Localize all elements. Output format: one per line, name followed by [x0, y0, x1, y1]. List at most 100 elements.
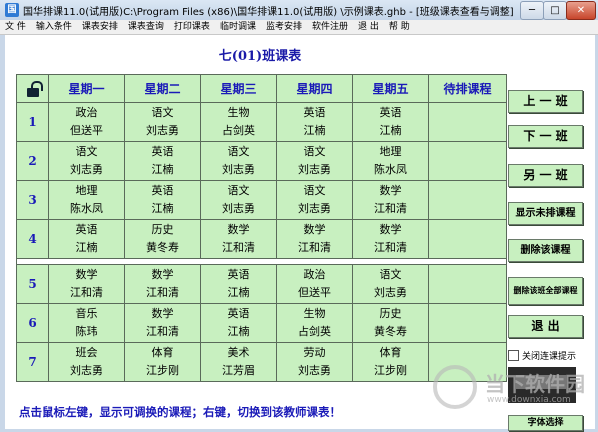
course-cell[interactable]: 语文 刘志勇	[48, 141, 125, 181]
pending-courses-header: 待排课程	[428, 74, 507, 103]
course-subject: 数学	[303, 223, 326, 236]
course-cell[interactable]: 语文 刘志勇	[200, 180, 277, 220]
pending-course-cell[interactable]	[428, 102, 507, 142]
menu-exit[interactable]: 退 出	[353, 20, 384, 34]
course-subject: 语文	[75, 145, 98, 158]
course-subject: 地理	[379, 145, 402, 158]
course-teacher: 江和清	[298, 241, 331, 254]
period-number: 3	[16, 180, 49, 220]
course-cell[interactable]: 政治 但送平	[276, 264, 353, 304]
course-subject: 数学	[379, 223, 402, 236]
close-button[interactable]: ✕	[566, 1, 596, 20]
course-teacher: 江步刚	[146, 364, 179, 377]
maximize-button[interactable]: □	[543, 1, 567, 20]
course-cell[interactable]: 英语 江楠	[48, 219, 125, 259]
menu-temp-adjust[interactable]: 临时调课	[215, 20, 261, 34]
minimize-button[interactable]: ─	[520, 1, 544, 20]
watermark-logo	[433, 365, 477, 409]
prev-class-button[interactable]: 上 一 班	[508, 90, 583, 113]
course-cell[interactable]: 语文 刘志勇	[276, 180, 353, 220]
day-header-wed: 星期三	[200, 74, 277, 103]
course-cell[interactable]: 数学 江和清	[352, 219, 429, 259]
show-unscheduled-button[interactable]: 显示未排课程	[508, 202, 583, 225]
menu-register[interactable]: 软件注册	[307, 20, 353, 34]
pending-course-cell[interactable]	[428, 219, 507, 259]
course-cell[interactable]: 数学 江和清	[48, 264, 125, 304]
pending-course-cell[interactable]	[428, 303, 507, 343]
other-class-button[interactable]: 另 一 班	[508, 164, 583, 187]
lock-toggle[interactable]	[16, 74, 49, 103]
course-cell[interactable]: 历史 黄冬寿	[352, 303, 429, 343]
course-cell[interactable]: 数学 江和清	[352, 180, 429, 220]
course-subject: 语文	[379, 268, 402, 281]
course-cell[interactable]: 语文 刘志勇	[200, 141, 277, 181]
course-subject: 英语	[227, 268, 250, 281]
course-cell[interactable]: 语文 刘志勇	[352, 264, 429, 304]
course-subject: 生物	[227, 106, 250, 119]
period-row: 3 地理 陈水凤 英语 江楠 语文 刘志勇 语文 刘志勇 数学 江和清	[16, 180, 507, 220]
course-teacher: 陈玮	[75, 325, 98, 338]
course-teacher: 刘志勇	[298, 202, 331, 215]
course-cell[interactable]: 体育 江步刚	[352, 342, 429, 382]
course-subject: 音乐	[75, 307, 98, 320]
course-cell[interactable]: 语文 刘志勇	[124, 102, 201, 142]
menu-query[interactable]: 课表查询	[123, 20, 169, 34]
course-subject: 数学	[379, 184, 402, 197]
menu-file[interactable]: 文 件	[0, 20, 31, 34]
pending-course-cell[interactable]	[428, 180, 507, 220]
disable-consecutive-warning-checkbox[interactable]: 关闭连课提示	[508, 349, 592, 362]
course-cell[interactable]: 美术 江芳眉	[200, 342, 277, 382]
exit-button[interactable]: 退 出	[508, 315, 583, 338]
course-cell[interactable]: 数学 江和清	[124, 303, 201, 343]
course-subject: 美术	[227, 346, 250, 359]
course-cell[interactable]: 生物 占剑英	[200, 102, 277, 142]
course-teacher: 江楠	[151, 202, 174, 215]
course-cell[interactable]: 语文 刘志勇	[276, 141, 353, 181]
course-cell[interactable]: 地理 陈水凤	[352, 141, 429, 181]
menu-print[interactable]: 打印课表	[169, 20, 215, 34]
course-teacher: 占剑英	[222, 124, 255, 137]
course-teacher: 江楠	[227, 286, 250, 299]
font-select-button[interactable]: 字体选择	[508, 415, 583, 431]
course-teacher: 江和清	[70, 286, 103, 299]
course-subject: 数学	[151, 307, 174, 320]
course-cell[interactable]: 英语 江楠	[124, 141, 201, 181]
menu-help[interactable]: 帮 助	[384, 20, 415, 34]
checkbox-box[interactable]	[508, 350, 519, 361]
period-row: 1 政治 但送平 语文 刘志勇 生物 占剑英 英语 江楠 英语 江楠	[16, 102, 507, 142]
next-class-button[interactable]: 下 一 班	[508, 125, 583, 148]
delete-all-class-courses-button[interactable]: 删除该班全部课程	[508, 277, 583, 305]
pending-course-cell[interactable]	[428, 264, 507, 304]
menu-schedule[interactable]: 课表安排	[77, 20, 123, 34]
course-cell[interactable]: 地理 陈水凤	[48, 180, 125, 220]
period-row: 7 班会 刘志勇 体育 江步刚 美术 江芳眉 劳动 刘志勇 体育 江步刚	[16, 342, 507, 382]
course-cell[interactable]: 班会 刘志勇	[48, 342, 125, 382]
course-cell[interactable]: 历史 黄冬寿	[124, 219, 201, 259]
course-cell[interactable]: 劳动 刘志勇	[276, 342, 353, 382]
course-cell[interactable]: 数学 江和清	[276, 219, 353, 259]
course-cell[interactable]: 数学 江和清	[124, 264, 201, 304]
day-header-thu: 星期四	[276, 74, 353, 103]
course-cell[interactable]: 英语 江楠	[352, 102, 429, 142]
course-cell[interactable]: 数学 江和清	[200, 219, 277, 259]
checkbox-label: 关闭连课提示	[522, 352, 577, 362]
course-cell[interactable]: 英语 江楠	[276, 102, 353, 142]
course-teacher: 江楠	[227, 325, 250, 338]
course-cell[interactable]: 英语 江楠	[200, 303, 277, 343]
course-teacher: 江和清	[374, 202, 407, 215]
menu-input-conditions[interactable]: 输入条件	[31, 20, 77, 34]
day-header-fri: 星期五	[352, 74, 429, 103]
course-teacher: 刘志勇	[374, 286, 407, 299]
course-cell[interactable]: 英语 江楠	[124, 180, 201, 220]
course-cell[interactable]: 生物 占剑英	[276, 303, 353, 343]
pending-course-cell[interactable]	[428, 141, 507, 181]
course-cell[interactable]: 音乐 陈玮	[48, 303, 125, 343]
course-cell[interactable]: 英语 江楠	[200, 264, 277, 304]
course-subject: 生物	[303, 307, 326, 320]
course-cell[interactable]: 政治 但送平	[48, 102, 125, 142]
menu-exam-proctor[interactable]: 监考安排	[261, 20, 307, 34]
course-cell[interactable]: 体育 江步刚	[124, 342, 201, 382]
course-teacher: 江楠	[75, 241, 98, 254]
delete-course-button[interactable]: 删除该课程	[508, 239, 583, 262]
watermark-title: 当下软件园	[485, 372, 585, 396]
